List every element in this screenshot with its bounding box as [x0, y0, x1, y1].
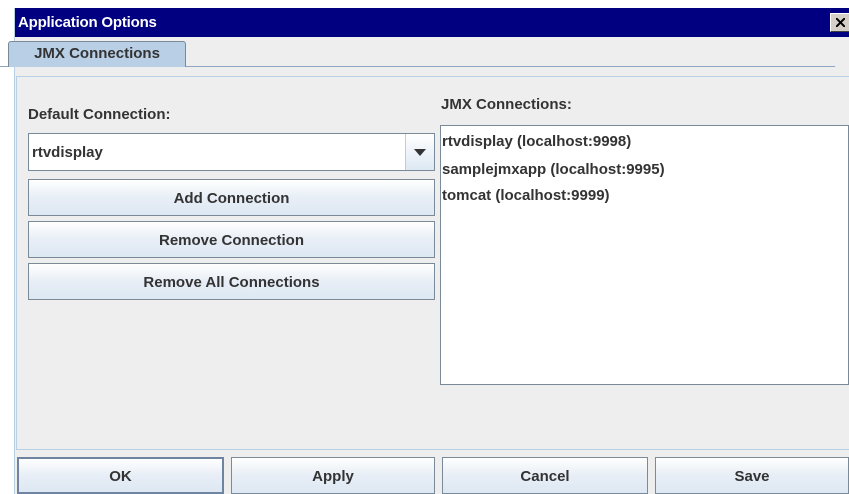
tab-jmx-connections[interactable]: JMX Connections — [8, 41, 186, 67]
close-button[interactable] — [830, 13, 849, 32]
default-connection-value: rtvdisplay — [32, 144, 103, 161]
default-connection-select[interactable]: rtvdisplay — [28, 133, 435, 171]
add-connection-button[interactable]: Add Connection — [28, 179, 435, 216]
ok-button[interactable]: OK — [17, 457, 224, 494]
cancel-button[interactable]: Cancel — [442, 457, 648, 494]
close-icon — [836, 18, 845, 27]
remove-connection-button[interactable]: Remove Connection — [28, 221, 435, 258]
list-item[interactable]: tomcat (localhost:9999) — [442, 187, 610, 204]
tab-label: JMX Connections — [34, 45, 160, 62]
list-item[interactable]: samplejmxapp (localhost:9995) — [442, 161, 665, 178]
apply-button[interactable]: Apply — [231, 457, 435, 494]
jmx-connections-label: JMX Connections: — [441, 96, 572, 113]
list-item[interactable]: rtvdisplay (localhost:9998) — [442, 133, 631, 150]
chevron-down-icon — [414, 149, 426, 156]
save-button[interactable]: Save — [655, 457, 849, 494]
jmx-connections-list[interactable]: rtvdisplay (localhost:9998) samplejmxapp… — [440, 125, 849, 385]
title-bar[interactable]: Application Options — [15, 8, 849, 37]
window-title: Application Options — [18, 14, 157, 31]
default-connection-dropdown-button[interactable] — [405, 134, 434, 170]
remove-all-connections-button[interactable]: Remove All Connections — [28, 263, 435, 300]
default-connection-label: Default Connection: — [28, 106, 171, 123]
